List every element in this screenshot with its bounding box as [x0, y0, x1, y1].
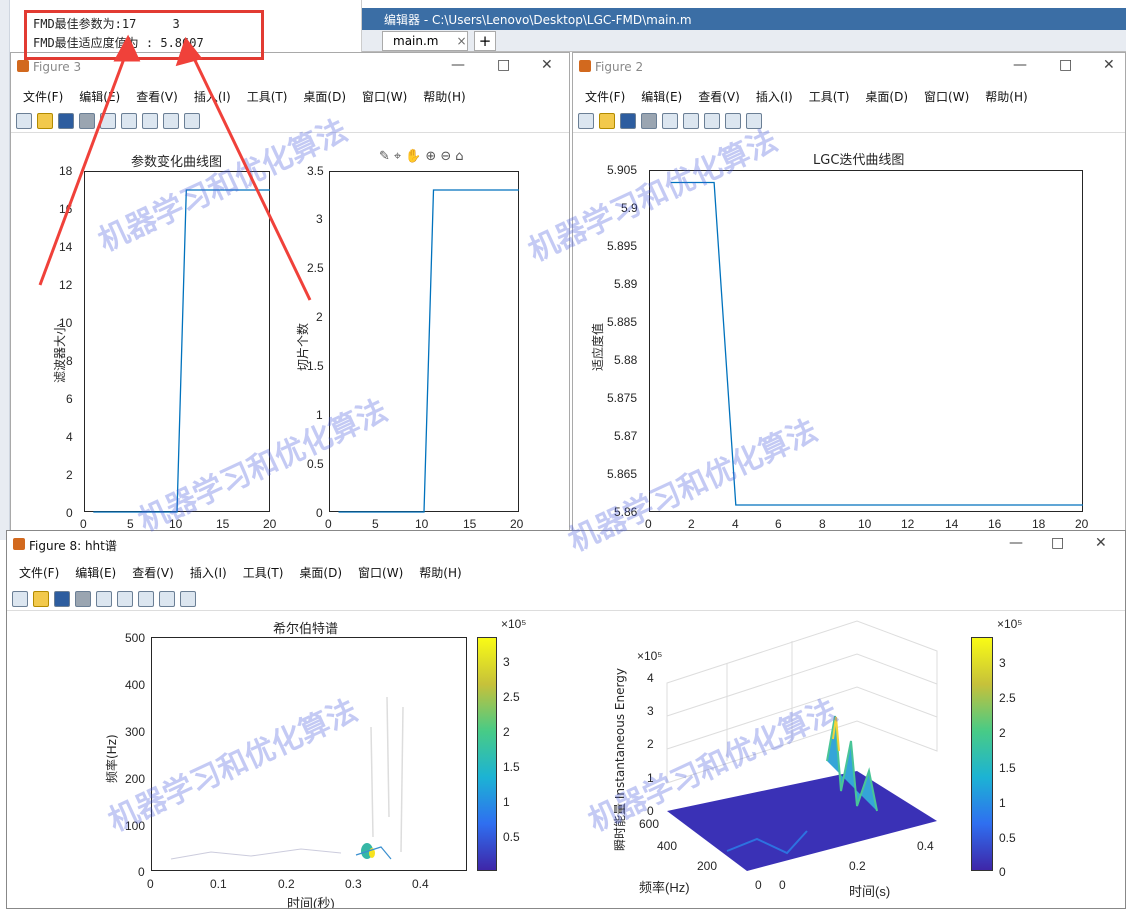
annotation-arrows [38, 34, 312, 301]
